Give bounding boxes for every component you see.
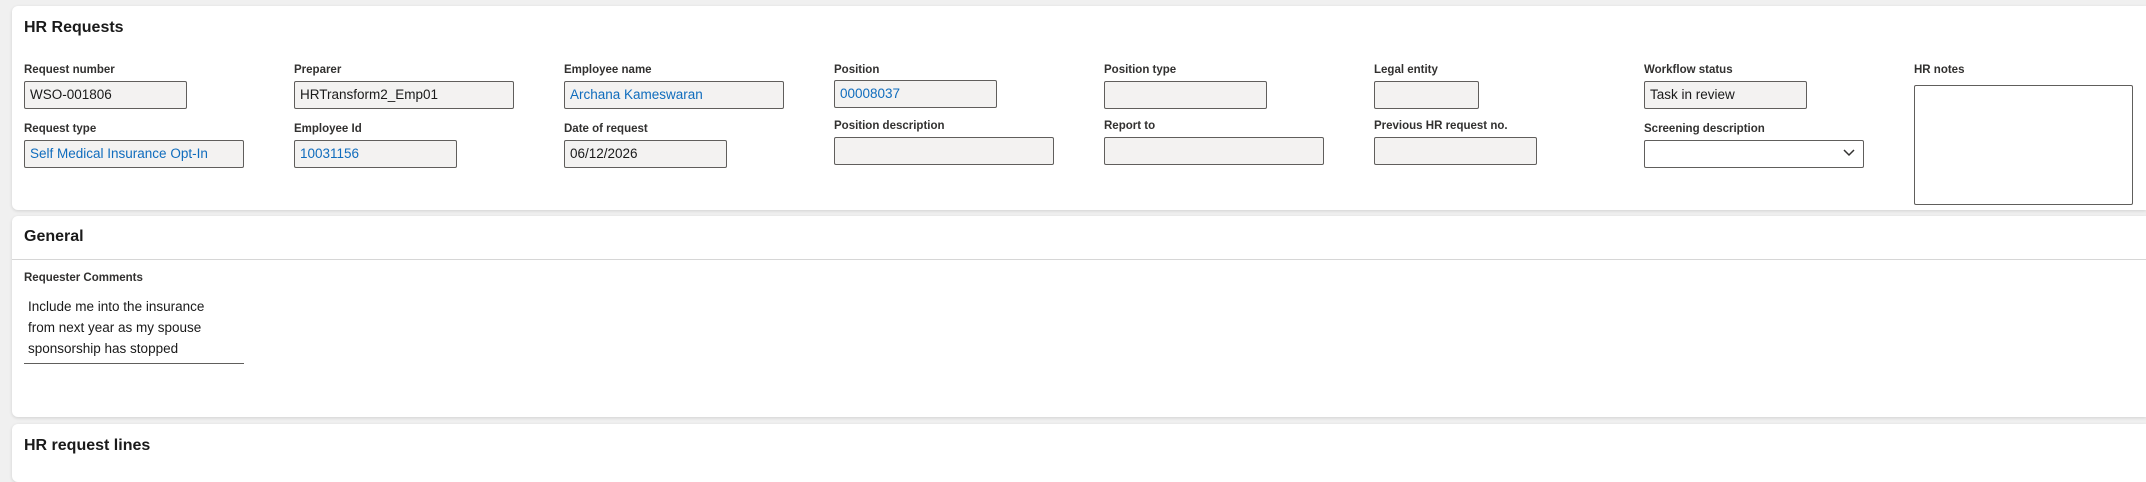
legal-entity-input[interactable] [1374, 81, 1479, 109]
screening-description-field: Screening description [1644, 122, 1864, 168]
request-type-link[interactable]: Self Medical Insurance Opt-In [24, 140, 244, 168]
previous-hr-request-input[interactable] [1374, 137, 1537, 165]
employee-id-field: Employee Id 10031156 [294, 122, 457, 168]
report-to-label: Report to [1104, 120, 1156, 132]
hr-request-lines-title: HR request lines [24, 437, 151, 454]
position-description-input[interactable] [834, 137, 1054, 165]
position-label: Position [834, 64, 880, 76]
workflow-status-field: Workflow status Task in review [1644, 63, 1807, 109]
date-of-request-field: Date of request 06/12/2026 [564, 122, 727, 168]
report-to-field: Report to [1104, 119, 1324, 165]
legal-entity-field: Legal entity [1374, 63, 1479, 109]
position-type-label: Position type [1104, 64, 1177, 76]
previous-hr-request-label: Previous HR request no. [1374, 120, 1508, 132]
request-number-field: Request number WSO-001806 [24, 63, 187, 109]
date-of-request-input[interactable]: 06/12/2026 [564, 140, 727, 168]
position-type-field: Position type [1104, 63, 1267, 109]
request-type-field: Request type Self Medical Insurance Opt-… [24, 122, 244, 168]
general-section: General Requester Comments Include me in… [12, 216, 2146, 417]
request-type-label: Request type [24, 123, 97, 135]
date-of-request-label: Date of request [564, 123, 648, 135]
comment-line: sponsorship has stopped [28, 341, 179, 356]
hr-request-lines-section[interactable]: HR request lines [12, 424, 2146, 482]
comment-line: Include me into the insurance [28, 299, 205, 314]
comment-line: from next year as my spouse [28, 320, 202, 335]
hr-notes-label: HR notes [1914, 64, 1965, 76]
previous-hr-request-field: Previous HR request no. [1374, 119, 1537, 165]
hr-requests-title: HR Requests [24, 19, 124, 36]
hr-notes-textarea[interactable] [1914, 85, 2133, 205]
workflow-status-label: Workflow status [1644, 64, 1733, 76]
position-type-input[interactable] [1104, 81, 1267, 109]
requester-comments-label: Requester Comments [24, 272, 143, 284]
employee-name-link[interactable]: Archana Kameswaran [564, 81, 784, 109]
workflow-status-input[interactable]: Task in review [1644, 81, 1807, 109]
hr-notes-field: HR notes [1914, 63, 2133, 205]
general-divider [12, 259, 2146, 260]
requester-comments-textarea[interactable]: Include me into the insurance from next … [28, 296, 248, 359]
request-number-label: Request number [24, 64, 115, 76]
comments-underline [24, 363, 244, 364]
request-number-input[interactable]: WSO-001806 [24, 81, 187, 109]
screening-description-label: Screening description [1644, 123, 1765, 135]
preparer-field: Preparer HRTransform2_Emp01 [294, 63, 514, 109]
position-description-label: Position description [834, 120, 945, 132]
preparer-input[interactable]: HRTransform2_Emp01 [294, 81, 514, 109]
legal-entity-label: Legal entity [1374, 64, 1438, 76]
employee-id-label: Employee Id [294, 123, 362, 135]
employee-id-link[interactable]: 10031156 [294, 140, 457, 168]
preparer-label: Preparer [294, 64, 342, 76]
position-link[interactable]: 00008037 [834, 80, 997, 108]
hr-requests-section: HR Requests Request number WSO-001806 Pr… [12, 6, 2146, 210]
employee-name-field: Employee name Archana Kameswaran [564, 63, 784, 109]
position-field: Position 00008037 [834, 63, 997, 108]
position-description-field: Position description [834, 119, 1054, 165]
screening-description-select[interactable] [1644, 140, 1864, 168]
general-title: General [24, 228, 84, 245]
chevron-down-icon[interactable] [1843, 149, 1855, 157]
report-to-input[interactable] [1104, 137, 1324, 165]
employee-name-label: Employee name [564, 64, 652, 76]
